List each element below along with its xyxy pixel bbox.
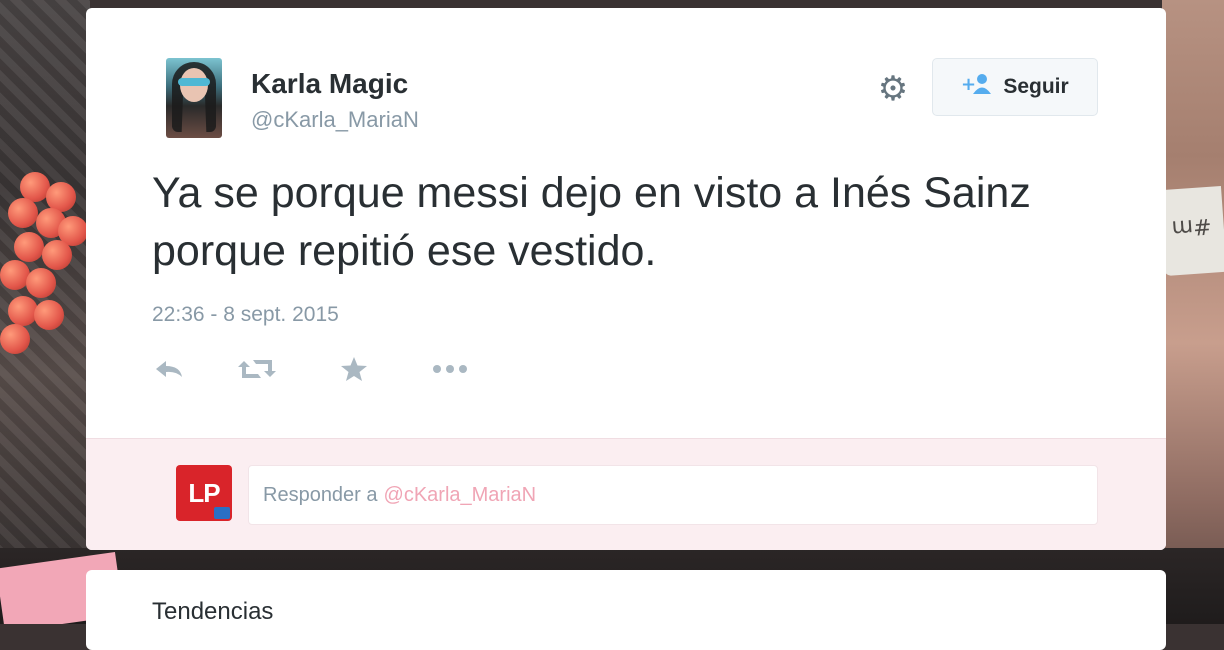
add-user-icon: + — [961, 73, 993, 101]
trends-card: Tendencias — [86, 570, 1166, 650]
reply-input-prefix: Responder a — [263, 483, 378, 506]
follow-button[interactable]: + Seguir — [932, 58, 1098, 116]
tweet-timestamp[interactable]: 22:36 - 8 sept. 2015 — [152, 303, 339, 327]
reply-box: LP Responder a @cKarla_MariaN — [86, 438, 1166, 550]
reply-user-avatar-text: LP — [188, 477, 220, 508]
trends-title: Tendencias — [152, 598, 274, 625]
reply-input-mention: @cKarla_MariaN — [383, 483, 537, 506]
tweet-text: Ya se porque messi dejo en visto a Inés … — [152, 169, 1031, 275]
wristband-text: #m — [1170, 212, 1213, 241]
tweet-card: Karla Magic @cKarla_MariaN ⚙ + Seguir Ya… — [86, 8, 1166, 550]
favorite-star-icon[interactable] — [340, 352, 368, 386]
author-name[interactable]: Karla Magic — [251, 68, 408, 100]
gear-icon[interactable]: ⚙ — [876, 72, 910, 106]
author-avatar[interactable] — [166, 58, 222, 138]
more-icon[interactable] — [432, 352, 468, 386]
background-wristband: #m — [1159, 185, 1224, 277]
follow-button-label: Seguir — [1003, 75, 1069, 98]
reply-input[interactable]: Responder a @cKarla_MariaN — [248, 465, 1098, 525]
svg-text:+: + — [961, 74, 976, 95]
background-bead-bracelet — [0, 168, 88, 358]
background-right-area — [1162, 0, 1224, 624]
reply-user-avatar[interactable]: LP — [176, 465, 232, 521]
reply-icon[interactable] — [152, 352, 184, 386]
retweet-icon[interactable] — [238, 352, 276, 386]
author-handle[interactable]: @cKarla_MariaN — [251, 107, 419, 133]
